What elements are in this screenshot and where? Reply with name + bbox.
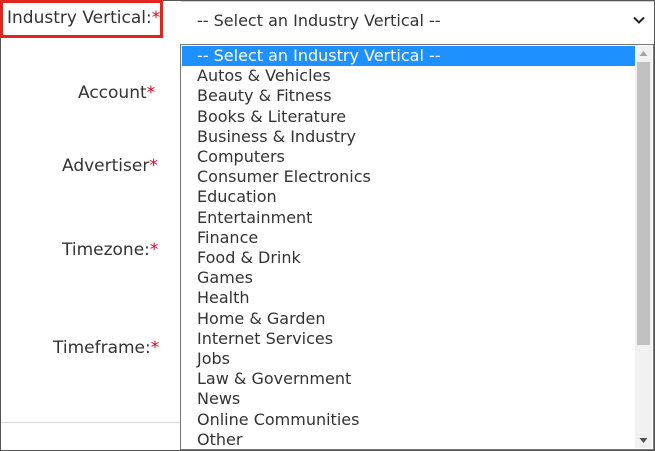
- dropdown-option[interactable]: Law & Government: [182, 369, 636, 389]
- dropdown-option-selected[interactable]: -- Select an Industry Vertical --: [182, 46, 636, 66]
- industry-vertical-label: Industry Vertical:*: [7, 8, 160, 28]
- dropdown-option[interactable]: Autos & Vehicles: [182, 66, 636, 86]
- dropdown-option[interactable]: Entertainment: [182, 208, 636, 228]
- chevron-down-icon: [633, 16, 645, 24]
- required-mark: *: [146, 83, 156, 103]
- required-mark: *: [149, 240, 159, 260]
- form-divider: [1, 422, 181, 423]
- timeframe-label: Timeframe:*: [53, 338, 159, 358]
- dropdown-option[interactable]: Other: [182, 430, 636, 449]
- dropdown-option[interactable]: Books & Literature: [182, 107, 636, 127]
- industry-vertical-dropdown[interactable]: -- Select an Industry Vertical -- Autos &…: [180, 44, 654, 450]
- dropdown-scrollbar[interactable]: [635, 46, 652, 448]
- dropdown-option[interactable]: Food & Drink: [182, 248, 636, 268]
- required-mark: *: [151, 8, 161, 28]
- account-label-text: Account: [78, 83, 147, 103]
- select-current-value: -- Select an Industry Vertical --: [197, 11, 441, 30]
- dropdown-option[interactable]: Internet Services: [182, 329, 636, 349]
- dropdown-option[interactable]: Business & Industry: [182, 127, 636, 147]
- dropdown-option[interactable]: Online Communities: [182, 410, 636, 430]
- dropdown-option[interactable]: Home & Garden: [182, 309, 636, 329]
- dropdown-option[interactable]: Health: [182, 288, 636, 308]
- timezone-label-text: Timezone:: [62, 240, 150, 260]
- scroll-down-icon[interactable]: [639, 436, 648, 445]
- account-label: Account*: [78, 83, 155, 103]
- dropdown-option[interactable]: Finance: [182, 228, 636, 248]
- dropdown-option[interactable]: Education: [182, 187, 636, 207]
- dropdown-option[interactable]: Jobs: [182, 349, 636, 369]
- industry-vertical-label-text: Industry Vertical:: [7, 8, 152, 28]
- dropdown-option[interactable]: Consumer Electronics: [182, 167, 636, 187]
- dropdown-option[interactable]: Computers: [182, 147, 636, 167]
- dropdown-option[interactable]: Games: [182, 268, 636, 288]
- advertiser-label: Advertiser*: [62, 156, 158, 176]
- dropdown-option[interactable]: News: [182, 389, 636, 409]
- scroll-up-icon[interactable]: [639, 49, 648, 58]
- timeframe-label-text: Timeframe:: [53, 338, 151, 358]
- required-mark: *: [149, 156, 158, 176]
- required-mark: *: [150, 338, 160, 358]
- advertiser-label-text: Advertiser: [62, 156, 150, 176]
- scrollbar-thumb[interactable]: [637, 62, 650, 345]
- industry-vertical-select[interactable]: -- Select an Industry Vertical --: [181, 1, 654, 40]
- dropdown-option[interactable]: Beauty & Fitness: [182, 86, 636, 106]
- timezone-label: Timezone:*: [62, 240, 158, 260]
